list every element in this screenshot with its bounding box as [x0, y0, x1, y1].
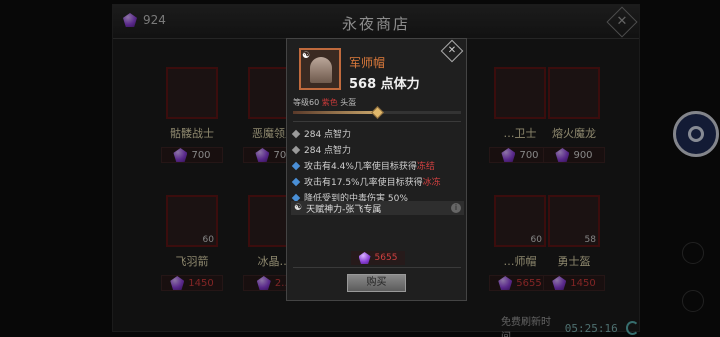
item-level: 等级60 — [293, 98, 320, 107]
diamond-icon — [291, 161, 301, 170]
diamond-icon — [291, 145, 301, 154]
effect-description: 攻击有17.5%几率使目标获得 — [304, 178, 423, 188]
attribute-text: 284 点智力 — [304, 130, 352, 140]
helmet-icon — [310, 57, 332, 83]
item-price-value: 5655 — [374, 253, 398, 263]
effect-description: 攻击有4.4%几率使目标获得 — [304, 162, 417, 172]
talent-row: ☯ 天赋神力-张飞专属 i — [291, 201, 464, 215]
item-main-stat: 568 点体力 — [349, 77, 420, 92]
yin-yang-icon: ☯ — [294, 203, 303, 213]
item-slot: 头盔 — [340, 98, 357, 107]
effect-attribute: 攻击有17.5%几率使目标获得冰冻 — [291, 175, 441, 188]
effect-tag: 冰冻 — [422, 178, 441, 188]
base-attribute: 284 点智力 — [291, 127, 352, 140]
yin-yang-icon: ☯ — [302, 51, 311, 61]
item-level-line: 等级60 紫色 头盔 — [293, 97, 356, 108]
divider — [293, 267, 461, 268]
divider — [293, 121, 461, 122]
level-progress-bar — [293, 106, 461, 119]
item-tooltip: ✕ ☯ 军师帽 568 点体力 等级60 紫色 头盔 284 点智力 284 点智… — [286, 38, 467, 301]
base-attribute: 284 点智力 — [291, 143, 352, 156]
effect-attribute: 攻击有4.4%几率使目标获得冻结 — [291, 159, 435, 172]
level-progress-knob — [371, 106, 384, 119]
level-progress-fill — [293, 111, 377, 114]
effect-text: 攻击有4.4%几率使目标获得冻结 — [304, 159, 435, 172]
item-name: 军师帽 — [349, 56, 386, 70]
tooltip-close-button[interactable]: ✕ — [440, 39, 464, 63]
info-icon[interactable]: i — [451, 203, 461, 213]
effect-tag: 冻结 — [416, 162, 435, 172]
gem-icon — [358, 252, 371, 264]
close-icon: ✕ — [447, 45, 457, 56]
talent-text: 天赋神力-张飞专属 — [306, 204, 382, 215]
diamond-icon — [291, 177, 301, 186]
item-price: 5655 — [351, 251, 405, 265]
diamond-icon — [291, 129, 301, 138]
attribute-text: 284 点智力 — [304, 146, 352, 156]
buy-button[interactable]: 购买 — [347, 274, 406, 292]
item-quality: 紫色 — [321, 98, 338, 107]
effect-text: 攻击有17.5%几率使目标获得冰冻 — [304, 175, 441, 188]
item-icon: ☯ — [299, 48, 341, 90]
